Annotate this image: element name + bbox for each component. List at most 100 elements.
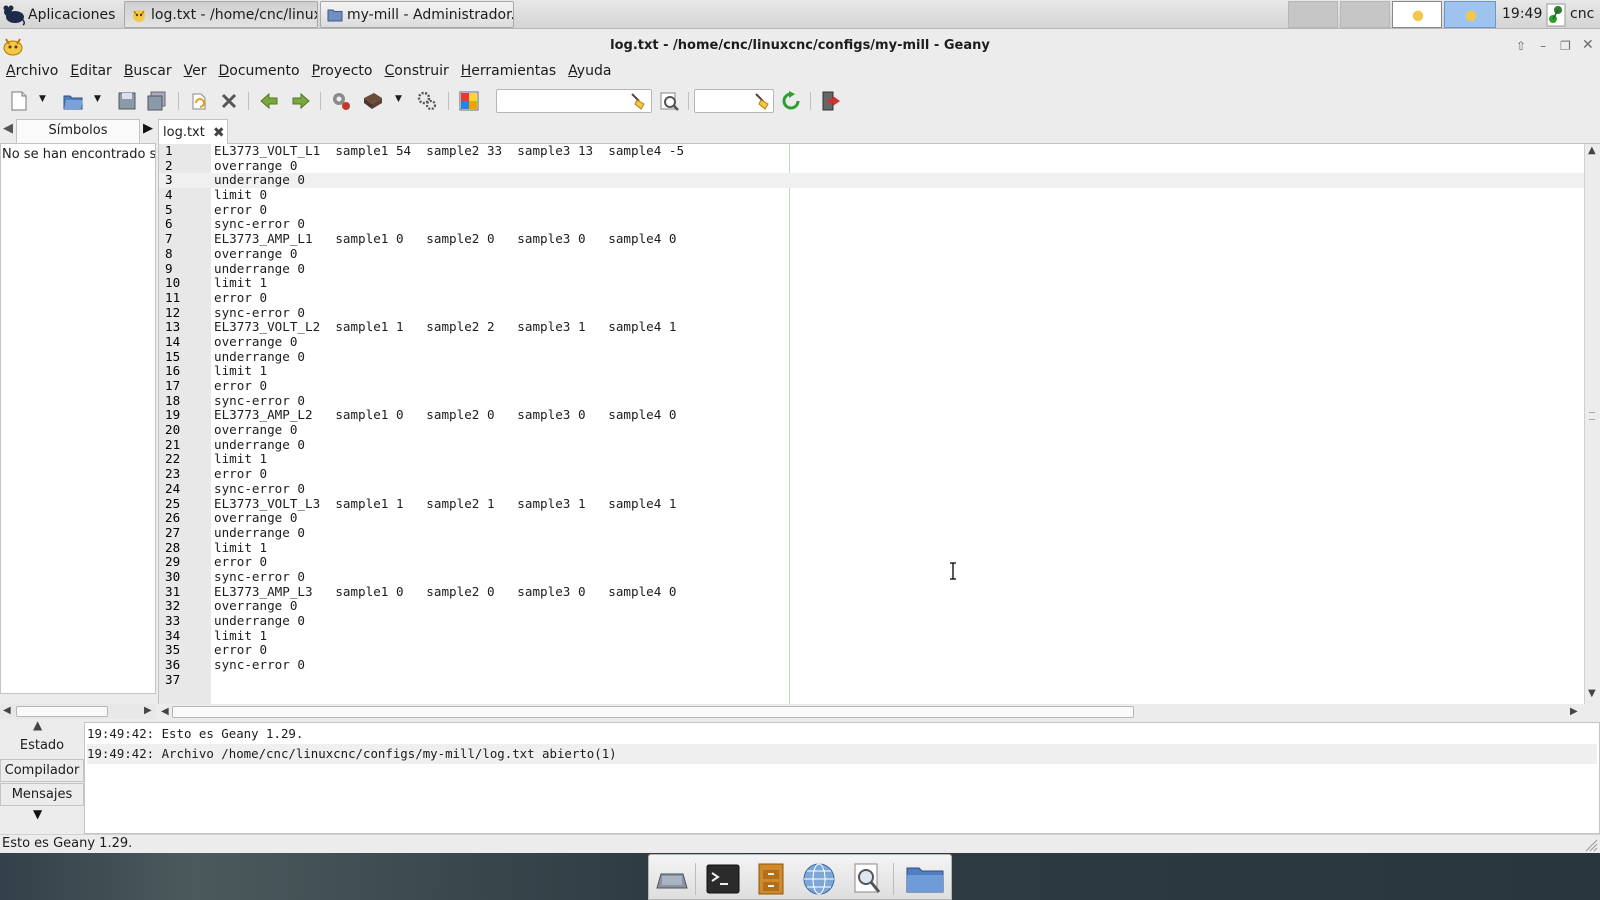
code-line[interactable]: 23 error 0 <box>159 466 1584 482</box>
code-line[interactable]: 13 EL3773_VOLT_L2 sample1 1 sample2 2 sam… <box>159 320 1584 335</box>
close-file-icon[interactable] <box>218 90 240 112</box>
code-line[interactable]: 27 underrange 0 <box>159 525 1584 541</box>
sidebar-scroll-thumb[interactable] <box>16 706 108 717</box>
resize-grip-icon[interactable] <box>1584 838 1598 852</box>
scroll-right-icon[interactable]: ▶ <box>144 705 152 716</box>
menu-archivo[interactable]: Archivo <box>0 61 64 84</box>
user-name[interactable]: cnc <box>1570 6 1594 22</box>
code-editor[interactable]: 1 EL3773_VOLT_L1 sample1 54 sample2 33 sa… <box>158 144 1584 704</box>
code-line[interactable]: 28 limit 1 <box>159 540 1584 556</box>
build-icon[interactable] <box>362 90 384 112</box>
tab-symbols[interactable]: Símbolos <box>16 119 140 143</box>
close-tab-icon[interactable]: ✖ <box>213 125 225 141</box>
code-line[interactable]: 5 error 0 <box>159 202 1584 218</box>
reload-icon[interactable] <box>188 90 210 112</box>
build-dropdown-icon[interactable]: ▼ <box>395 94 402 104</box>
save-all-icon[interactable] <box>146 90 168 112</box>
code-line[interactable]: 21 underrange 0 <box>159 437 1584 453</box>
tab-log-txt[interactable]: log.txt ✖ <box>158 119 228 145</box>
scroll-left-icon[interactable]: ◀ <box>161 706 169 717</box>
menu-ver[interactable]: Ver <box>178 61 213 84</box>
app-finder-icon[interactable] <box>849 862 885 896</box>
preferences-icon[interactable] <box>416 90 438 112</box>
code-line[interactable]: 24 sync-error 0 <box>159 481 1584 497</box>
new-file-icon[interactable] <box>8 90 30 112</box>
code-line[interactable]: 26 overrange 0 <box>159 510 1584 526</box>
maximize-button[interactable]: ❐ <box>1560 39 1571 53</box>
code-line[interactable]: 37 <box>159 672 1584 688</box>
workspace-1[interactable] <box>1288 1 1338 28</box>
code-line[interactable]: 7 EL3773_AMP_L1 sample1 0 sample2 0 sampl… <box>159 231 1584 247</box>
folder-icon[interactable] <box>905 862 945 896</box>
menu-ayuda[interactable]: Ayuda <box>562 61 617 84</box>
workspace-4[interactable] <box>1444 1 1496 28</box>
msg-tabs-up-icon[interactable]: ▲ <box>33 718 42 732</box>
web-browser-icon[interactable] <box>801 862 837 896</box>
navigate-forward-icon[interactable] <box>290 90 312 112</box>
code-line[interactable]: 15 underrange 0 <box>159 349 1584 365</box>
task-button-geany[interactable]: log.txt - /home/cnc/linux... <box>124 1 318 28</box>
editor-vertical-scrollbar[interactable]: ▲ ▼ <box>1584 144 1600 704</box>
compile-icon[interactable] <box>330 90 352 112</box>
code-line[interactable]: 34 limit 1 <box>159 628 1584 644</box>
code-line[interactable]: 4 limit 0 <box>159 187 1584 203</box>
code-line[interactable]: 14 overrange 0 <box>159 334 1584 350</box>
goto-line-icon[interactable] <box>780 90 802 112</box>
status-log[interactable]: 19:49:42: Esto es Geany 1.29. 19:49:42: … <box>84 722 1600 834</box>
code-line[interactable]: 1 EL3773_VOLT_L1 sample1 54 sample2 33 sa… <box>159 144 1584 159</box>
sidebar-scroll-right-icon[interactable]: ▶ <box>143 121 153 136</box>
editor-hscroll-thumb[interactable] <box>172 706 1134 718</box>
new-file-dropdown-icon[interactable]: ▼ <box>39 94 46 104</box>
code-line[interactable]: 22 limit 1 <box>159 452 1584 467</box>
code-line[interactable]: 36 sync-error 0 <box>159 657 1584 673</box>
minimize-button[interactable]: – <box>1540 39 1546 53</box>
code-line[interactable]: 9 underrange 0 <box>159 261 1584 277</box>
sidebar-scroll-left-icon[interactable]: ◀ <box>3 121 13 136</box>
applications-menu-button[interactable]: Aplicaciones <box>2 2 115 27</box>
tab-compilador[interactable]: Compilador <box>0 759 84 782</box>
navigate-back-icon[interactable] <box>258 90 280 112</box>
search-broom-icon[interactable] <box>628 91 648 111</box>
code-line[interactable]: 11 error 0 <box>159 290 1584 306</box>
workspace-2[interactable] <box>1340 1 1390 28</box>
msg-tabs-down-icon[interactable]: ▼ <box>33 807 42 821</box>
scroll-up-icon[interactable]: ▲ <box>1588 145 1596 156</box>
clock[interactable]: 19:49 <box>1502 6 1542 22</box>
menu-herramientas[interactable]: Herramientas <box>455 61 562 84</box>
menu-editar[interactable]: Editar <box>64 61 117 84</box>
recent-files-dropdown-icon[interactable]: ▼ <box>94 94 101 104</box>
open-file-icon[interactable] <box>62 90 84 112</box>
window-titlebar[interactable]: log.txt - /home/cnc/linuxcnc/configs/my-… <box>0 30 1600 61</box>
workspace-3[interactable] <box>1392 1 1442 28</box>
code-line[interactable]: 2 overrange 0 <box>159 158 1584 174</box>
menu-construir[interactable]: Construir <box>378 61 454 84</box>
sidebar-horizontal-scrollbar[interactable]: ◀ ▶ <box>0 704 156 719</box>
scroll-down-icon[interactable]: ▼ <box>1588 688 1596 699</box>
task-button-file-manager[interactable]: my-mill - Administrador... <box>320 1 514 28</box>
editor-horizontal-scrollbar[interactable]: ◀ ▶ <box>158 704 1584 720</box>
code-line[interactable]: 10 limit 1 <box>159 275 1584 291</box>
network-icon[interactable] <box>1546 3 1566 27</box>
code-line[interactable]: 3 underrange 0 <box>159 173 1584 189</box>
scroll-right-icon[interactable]: ▶ <box>1570 706 1578 717</box>
code-line[interactable]: 19 EL3773_AMP_L2 sample1 0 sample2 0 samp… <box>159 408 1584 423</box>
show-desktop-icon[interactable] <box>653 862 689 896</box>
find-icon[interactable] <box>658 90 680 112</box>
code-line[interactable]: 32 overrange 0 <box>159 599 1584 614</box>
file-manager-icon[interactable] <box>753 862 789 896</box>
code-line[interactable]: 29 error 0 <box>159 555 1584 570</box>
terminal-icon[interactable] <box>705 862 741 896</box>
code-line[interactable]: 12 sync-error 0 <box>159 305 1584 321</box>
menu-proyecto[interactable]: Proyecto <box>306 61 379 84</box>
tab-mensajes[interactable]: Mensajes <box>0 783 84 806</box>
close-window-button[interactable]: ✕ <box>1582 37 1594 53</box>
code-line[interactable]: 16 limit 1 <box>159 364 1584 379</box>
shade-button[interactable]: ⇧ <box>1516 39 1526 53</box>
code-line[interactable]: 33 underrange 0 <box>159 613 1584 629</box>
code-line[interactable]: 30 sync-error 0 <box>159 569 1584 585</box>
tab-estado[interactable]: Estado <box>0 735 84 758</box>
code-line[interactable]: 31 EL3773_AMP_L3 sample1 0 sample2 0 samp… <box>159 584 1584 600</box>
scroll-left-icon[interactable]: ◀ <box>3 705 11 716</box>
code-line[interactable]: 17 error 0 <box>159 378 1584 394</box>
save-icon[interactable] <box>116 90 138 112</box>
